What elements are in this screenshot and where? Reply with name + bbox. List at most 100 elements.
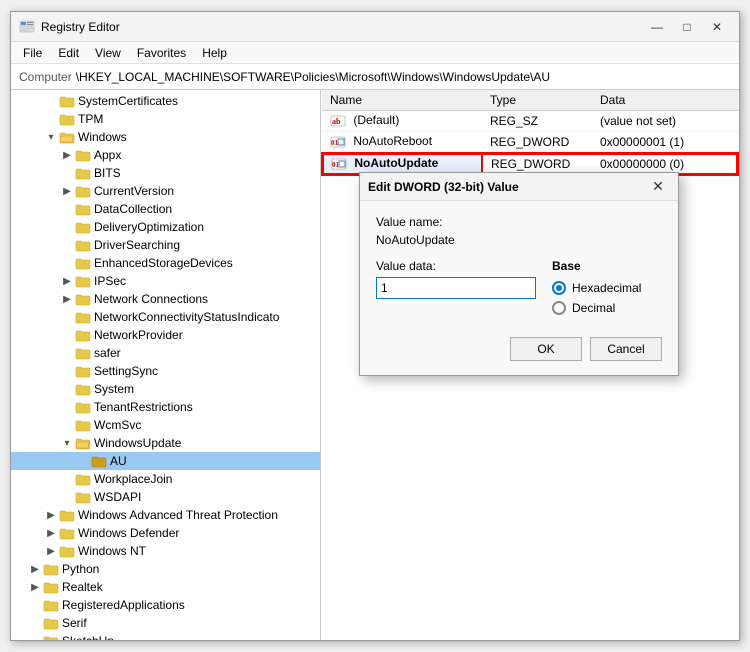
tree-item-networkprovider[interactable]: NetworkProvider xyxy=(11,326,320,344)
tree-expander[interactable] xyxy=(59,471,75,487)
folder-icon xyxy=(75,149,91,162)
tree-item-currentversion[interactable]: ▶ CurrentVersion xyxy=(11,182,320,200)
tree-expander[interactable] xyxy=(59,327,75,343)
tree-expander[interactable]: ▶ xyxy=(43,507,59,523)
tree-item-wcmsvc[interactable]: WcmSvc xyxy=(11,416,320,434)
tree-expander[interactable] xyxy=(59,363,75,379)
radio-decimal[interactable]: Decimal xyxy=(552,301,641,315)
tree-expander[interactable]: ▶ xyxy=(27,579,43,595)
tree-item-systemcertificates[interactable]: SystemCertificates xyxy=(11,92,320,110)
tree-item-ipsec[interactable]: ▶ IPSec xyxy=(11,272,320,290)
tree-item-wsdapi[interactable]: WSDAPI xyxy=(11,488,320,506)
tree-expander[interactable] xyxy=(27,615,43,631)
tree-item-python[interactable]: ▶ Python xyxy=(11,560,320,578)
addressbar-path[interactable]: \HKEY_LOCAL_MACHINE\SOFTWARE\Policies\Mi… xyxy=(76,70,550,84)
tree-label: EnhancedStorageDevices xyxy=(94,256,233,270)
tree-item-system[interactable]: System xyxy=(11,380,320,398)
dialog-close-button[interactable]: ✕ xyxy=(646,176,670,198)
folder-icon xyxy=(75,365,91,378)
tree-expander[interactable] xyxy=(59,309,75,325)
tree-item-deliveryoptimization[interactable]: DeliveryOptimization xyxy=(11,218,320,236)
tree-expander[interactable] xyxy=(59,237,75,253)
tree-expander[interactable] xyxy=(27,597,43,613)
tree-item-windows-nt[interactable]: ▶ Windows NT xyxy=(11,542,320,560)
menu-help[interactable]: Help xyxy=(194,44,235,62)
radio-hexadecimal-indicator xyxy=(552,281,566,295)
reg-name-value: NoAutoUpdate xyxy=(354,156,438,170)
close-button[interactable]: ✕ xyxy=(703,16,731,38)
tree-item-enhancedstoragedevices[interactable]: EnhancedStorageDevices xyxy=(11,254,320,272)
col-type[interactable]: Type xyxy=(482,90,592,111)
col-name[interactable]: Name xyxy=(322,90,482,111)
menu-view[interactable]: View xyxy=(87,44,129,62)
tree-label: CurrentVersion xyxy=(94,184,174,198)
folder-open-icon xyxy=(75,437,91,450)
tree-expander[interactable]: ▾ xyxy=(43,129,59,145)
tree-expander[interactable]: ▾ xyxy=(59,435,75,451)
tree-expander[interactable] xyxy=(75,453,91,469)
tree-item-au[interactable]: AU xyxy=(11,452,320,470)
tree-expander[interactable] xyxy=(59,255,75,271)
tree-expander[interactable] xyxy=(59,201,75,217)
folder-icon xyxy=(75,167,91,180)
folder-icon xyxy=(75,203,91,216)
tree-expander[interactable] xyxy=(27,633,43,640)
tree-item-settingsync[interactable]: SettingSync xyxy=(11,362,320,380)
tree-expander[interactable] xyxy=(43,93,59,109)
tree-item-network-connections[interactable]: ▶ Network Connections xyxy=(11,290,320,308)
tree-item-realtek[interactable]: ▶ Realtek xyxy=(11,578,320,596)
tree-expander[interactable]: ▶ xyxy=(43,525,59,541)
table-row[interactable]: 01 NoAutoReboot REG_DWORD 0x00000001 (1) xyxy=(322,132,738,154)
menu-favorites[interactable]: Favorites xyxy=(129,44,194,62)
tree-expander[interactable]: ▶ xyxy=(43,543,59,559)
tree-expander[interactable] xyxy=(59,345,75,361)
tree-expander[interactable] xyxy=(59,399,75,415)
tree-item-windowsupdate[interactable]: ▾ WindowsUpdate xyxy=(11,434,320,452)
tree-item-tpm[interactable]: TPM xyxy=(11,110,320,128)
cancel-button[interactable]: Cancel xyxy=(590,337,662,361)
minimize-button[interactable]: — xyxy=(643,16,671,38)
maximize-button[interactable]: □ xyxy=(673,16,701,38)
tree-item-windows-atp[interactable]: ▶ Windows Advanced Threat Protection xyxy=(11,506,320,524)
tree-item-registeredapplications[interactable]: RegisteredApplications xyxy=(11,596,320,614)
ok-button[interactable]: OK xyxy=(510,337,582,361)
tree-item-driversearching[interactable]: DriverSearching xyxy=(11,236,320,254)
folder-icon xyxy=(75,311,91,324)
dword-icon: 01 xyxy=(330,134,346,150)
folder-selected-icon xyxy=(91,455,107,468)
tree-item-tenantrestrictions[interactable]: TenantRestrictions xyxy=(11,398,320,416)
tree-item-safer[interactable]: safer xyxy=(11,344,320,362)
tree-expander[interactable]: ▶ xyxy=(59,291,75,307)
tree-item-sketchup[interactable]: SketchUp xyxy=(11,632,320,640)
tree-item-workplacejoin[interactable]: WorkplaceJoin xyxy=(11,470,320,488)
menu-edit[interactable]: Edit xyxy=(50,44,87,62)
table-row[interactable]: ab (Default) REG_SZ (value not set) xyxy=(322,111,738,132)
tree-item-windows-defender[interactable]: ▶ Windows Defender xyxy=(11,524,320,542)
tree-item-bits[interactable]: BITS xyxy=(11,164,320,182)
tree-expander[interactable]: ▶ xyxy=(27,561,43,577)
tree-label: Windows Advanced Threat Protection xyxy=(78,508,278,522)
tree-expander[interactable] xyxy=(59,381,75,397)
menu-file[interactable]: File xyxy=(15,44,50,62)
tree-label: NetworkConnectivityStatusIndicato xyxy=(94,310,279,324)
tree-item-serif[interactable]: Serif xyxy=(11,614,320,632)
tree-panel[interactable]: SystemCertificates TPM ▾ Wind xyxy=(11,90,321,640)
value-data-input[interactable] xyxy=(376,277,536,299)
tree-item-appx[interactable]: ▶ Appx xyxy=(11,146,320,164)
tree-expander[interactable] xyxy=(59,417,75,433)
tree-expander[interactable] xyxy=(59,489,75,505)
tree-item-windows[interactable]: ▾ Windows xyxy=(11,128,320,146)
tree-expander[interactable] xyxy=(59,165,75,181)
tree-label: DeliveryOptimization xyxy=(94,220,204,234)
tree-item-datacollection[interactable]: DataCollection xyxy=(11,200,320,218)
tree-expander[interactable] xyxy=(43,111,59,127)
tree-item-networkconnectivity[interactable]: NetworkConnectivityStatusIndicato xyxy=(11,308,320,326)
tree-expander[interactable]: ▶ xyxy=(59,183,75,199)
tree-expander[interactable]: ▶ xyxy=(59,273,75,289)
base-label: Base xyxy=(552,259,641,273)
radio-hexadecimal[interactable]: Hexadecimal xyxy=(552,281,641,295)
tree-expander[interactable] xyxy=(59,219,75,235)
tree-expander[interactable]: ▶ xyxy=(59,147,75,163)
col-data[interactable]: Data xyxy=(592,90,738,111)
folder-icon xyxy=(43,563,59,576)
